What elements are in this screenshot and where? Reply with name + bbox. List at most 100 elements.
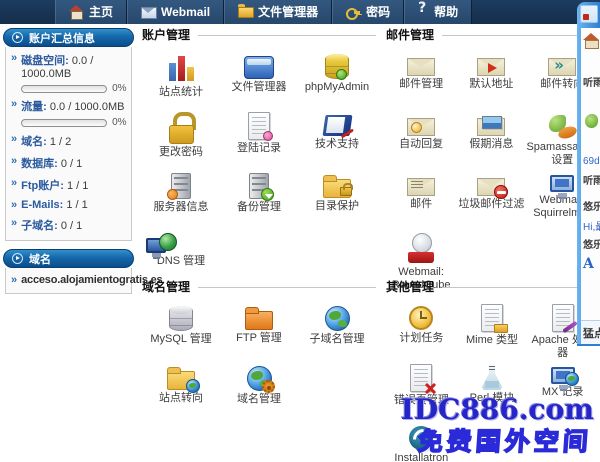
chart-icon bbox=[164, 52, 198, 84]
account-summary-panel: » 磁盘空间: 0.0 / 1000.0MB 0% » 流量: 0.0 / 10… bbox=[5, 47, 132, 241]
app-item-label: 文件管理器 bbox=[220, 81, 298, 94]
env-icon bbox=[477, 118, 505, 136]
stat-row-subdomains: » 子域名: 0 / 1 bbox=[6, 214, 131, 236]
dns-icon bbox=[146, 238, 166, 253]
tab-webmail-label: Webmail bbox=[161, 0, 210, 24]
app-item-label: Mime 类型 bbox=[457, 334, 528, 347]
lock-icon bbox=[164, 112, 198, 144]
stat-label: 子域名: bbox=[21, 220, 58, 232]
app-item-domain-manage[interactable]: 域名管理 bbox=[220, 362, 298, 422]
gear-badge-icon bbox=[262, 380, 275, 393]
app-item-mysql-manage[interactable]: MySQL 管理 bbox=[142, 302, 220, 362]
server-icon bbox=[171, 173, 191, 199]
app-item-tech-support[interactable]: 技术支持 bbox=[298, 110, 376, 170]
doc-icon bbox=[248, 112, 270, 140]
chat-footer-link[interactable]: 猛点 bbox=[581, 320, 600, 345]
chat-window-partial[interactable]: 听雨 69da 听雨 悠乐 Hi,最 悠乐 A 猛点 bbox=[577, 2, 600, 346]
account-summary-title: 账户汇总信息 bbox=[29, 30, 95, 46]
app-item-login-records[interactable]: 登陆记录 bbox=[220, 110, 298, 170]
folder-icon bbox=[238, 6, 252, 18]
app-item-dir-protect[interactable]: 目录保护 bbox=[298, 170, 376, 230]
domains-header[interactable]: 域名 bbox=[3, 249, 134, 268]
chevron-icon: » bbox=[11, 98, 17, 110]
circle-arrow-icon bbox=[12, 32, 23, 43]
control-panel-page: 主页 Webmail 文件管理器 密码 帮助 账户汇总信息 » bbox=[0, 0, 600, 462]
stat-row-databases: » 数据库: 0 / 1 bbox=[6, 152, 131, 174]
app-item-backup-manage[interactable]: 备份管理 bbox=[220, 170, 298, 230]
key-icon bbox=[346, 6, 360, 18]
plant-icon bbox=[585, 114, 598, 128]
flask-icon bbox=[481, 365, 503, 390]
doc-icon bbox=[410, 364, 432, 392]
chat-line: 听雨 bbox=[583, 172, 600, 187]
app-item-mail[interactable]: 邮件 bbox=[386, 170, 456, 230]
tab-webmail[interactable]: Webmail bbox=[127, 0, 224, 24]
app-item-file-manager[interactable]: 文件管理器 bbox=[220, 50, 298, 110]
clock-icon bbox=[409, 306, 433, 330]
section-domain-management: 域名管理 MySQL 管理FTP 管理子域名管理站点转向域名管理 bbox=[142, 278, 376, 422]
tab-help[interactable]: 帮助 bbox=[404, 0, 472, 24]
house-icon bbox=[583, 34, 599, 47]
stat-label: Ftp账户: bbox=[21, 180, 64, 192]
app-item-mail-manage[interactable]: 邮件管理 bbox=[386, 50, 456, 110]
app-item-site-stats[interactable]: 站点统计 bbox=[142, 50, 220, 110]
stat-value: 1 / 1 bbox=[66, 199, 87, 211]
disk-label: 磁盘空间: bbox=[21, 55, 69, 67]
ftp-icon bbox=[245, 311, 273, 330]
app-item-label: 更改密码 bbox=[142, 146, 220, 159]
app-item-label: 站点统计 bbox=[142, 86, 220, 99]
app-item-mime-types[interactable]: Mime 类型 bbox=[457, 302, 528, 362]
mail-icon bbox=[141, 6, 155, 18]
app-item-vacation-message[interactable]: 假期消息 bbox=[456, 110, 526, 170]
env-icon bbox=[407, 118, 435, 136]
app-item-change-password[interactable]: 更改密码 bbox=[142, 110, 220, 170]
tab-password[interactable]: 密码 bbox=[332, 0, 404, 24]
app-item-subdomain-manage[interactable]: 子域名管理 bbox=[298, 302, 376, 362]
app-item-phpmyadmin[interactable]: phpMyAdmin bbox=[298, 50, 376, 110]
section-divider bbox=[198, 287, 376, 288]
app-item-server-info[interactable]: 服务器信息 bbox=[142, 170, 220, 230]
stat-value: 0 / 1 bbox=[61, 158, 82, 170]
app-item-default-address[interactable]: 默认地址 bbox=[456, 50, 526, 110]
app-item-label: 服务器信息 bbox=[142, 201, 220, 214]
mysql-icon bbox=[169, 306, 193, 331]
account-summary-header[interactable]: 账户汇总信息 bbox=[3, 28, 134, 47]
disk-percent: 0% bbox=[112, 83, 126, 94]
tab-home[interactable]: 主页 bbox=[55, 0, 127, 24]
chat-window-icon bbox=[580, 5, 598, 23]
monitor-icon bbox=[551, 367, 575, 384]
lines-badge-icon bbox=[411, 181, 423, 190]
env-icon bbox=[407, 58, 435, 76]
domains-panel: » acceso.alojamientogratis.es bbox=[5, 268, 132, 294]
app-item-autoresponder[interactable]: 自动回复 bbox=[386, 110, 456, 170]
chat-line: 悠乐 bbox=[583, 236, 600, 251]
traffic-progressbar bbox=[21, 119, 107, 127]
app-item-cron-tasks[interactable]: 计划任务 bbox=[386, 302, 457, 362]
env-icon bbox=[548, 58, 576, 76]
chat-format-button[interactable]: A bbox=[583, 256, 594, 272]
app-item-site-redirect[interactable]: 站点转向 bbox=[142, 362, 220, 422]
section-divider bbox=[442, 287, 598, 288]
app-item-label: 技术支持 bbox=[298, 138, 376, 151]
stat-label: 域名: bbox=[21, 136, 47, 148]
app-item-label: 域名管理 bbox=[220, 393, 298, 406]
chat-line: 听雨 bbox=[583, 74, 600, 89]
feather-badge-icon bbox=[562, 321, 577, 333]
section-title: 域名管理 bbox=[142, 278, 190, 295]
app-item-label: 默认地址 bbox=[456, 78, 526, 91]
roundcube-icon bbox=[404, 232, 438, 264]
folder-icon bbox=[323, 179, 351, 198]
orange-badge-icon bbox=[167, 189, 178, 200]
domain-list-item[interactable]: » acceso.alojamientogratis.es bbox=[6, 271, 131, 289]
app-item-label: phpMyAdmin bbox=[298, 81, 376, 94]
chevron-icon: » bbox=[11, 52, 17, 64]
tab-file-manager[interactable]: 文件管理器 bbox=[224, 0, 332, 24]
chevron-icon: » bbox=[11, 274, 17, 286]
domains-title: 域名 bbox=[29, 251, 51, 267]
circle-arrow-icon bbox=[12, 253, 23, 264]
watermark-slogan-text: 免费国外空间 bbox=[417, 422, 594, 458]
chevron-icon: » bbox=[11, 217, 17, 229]
app-item-spam-filter[interactable]: 垃圾邮件过滤 bbox=[456, 170, 526, 230]
chat-line: 悠乐 bbox=[583, 198, 600, 213]
app-item-ftp-manage[interactable]: FTP 管理 bbox=[220, 302, 298, 362]
